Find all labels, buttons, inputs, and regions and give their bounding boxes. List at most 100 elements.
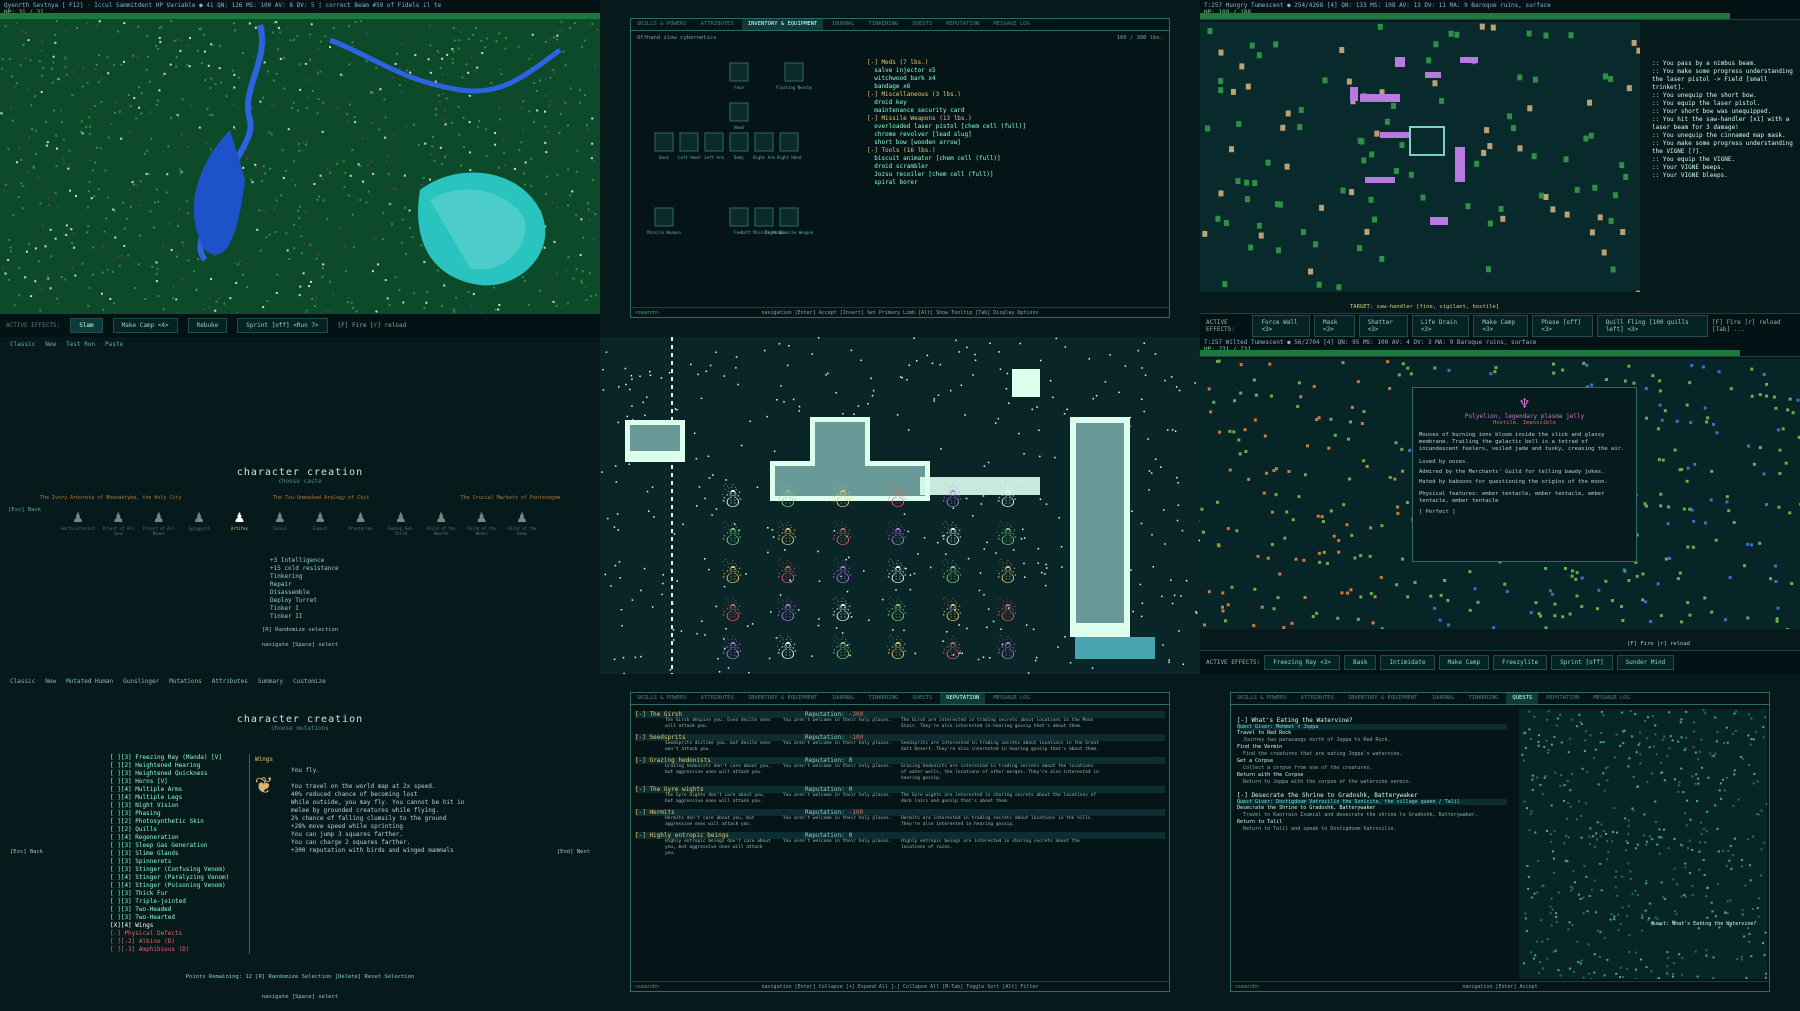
caste-option[interactable]: ♟ Eunuch: [302, 507, 338, 536]
creature-figure[interactable]: ☃: [885, 482, 908, 514]
creature-figure[interactable]: ☃: [830, 482, 853, 514]
toolbar-item[interactable]: Mutations: [169, 678, 202, 685]
ability-button[interactable]: Quill Fling [100 quills left] <3>: [1596, 314, 1708, 337]
creature-figure[interactable]: ☃: [720, 558, 743, 590]
tab[interactable]: QUESTS: [906, 693, 938, 704]
tab[interactable]: REPUTATION: [1540, 693, 1585, 704]
tab[interactable]: QUESTS: [1506, 693, 1539, 704]
ability-button[interactable]: Phase [off] <3>: [1532, 314, 1593, 337]
creature-figure[interactable]: ☃: [940, 596, 963, 628]
mutation-option[interactable]: [ ][2] Photosynthetic Skin: [110, 818, 249, 826]
toolbar-item[interactable]: Mutated Human: [66, 678, 113, 685]
creature-figure[interactable]: ☃: [830, 558, 853, 590]
tab[interactable]: ATTRIBUTES: [695, 693, 740, 704]
ability-button[interactable]: Shatter <3>: [1358, 314, 1408, 337]
equipment-slot[interactable]: Floating Nearby: [776, 62, 813, 90]
next-button[interactable]: [End] Next: [557, 849, 590, 855]
quest-title[interactable]: [-] Desecrate the Shrine to Gradoshk, Ba…: [1237, 792, 1507, 799]
equipment-slot[interactable]: Body: [729, 132, 749, 160]
tab-message-log[interactable]: MESSAGE LOG: [987, 19, 1035, 30]
creature-figure[interactable]: ☃: [775, 634, 798, 666]
creature-figure[interactable]: ☃: [885, 558, 908, 590]
ability-button[interactable]: Sunder Mind: [1616, 655, 1675, 670]
caste-option[interactable]: ♟ Praetorian: [343, 507, 379, 536]
creature-figure[interactable]: ☃: [940, 558, 963, 590]
ability-make-camp[interactable]: Make Camp <4>: [112, 318, 178, 333]
creature-figure[interactable]: ☃: [995, 634, 1018, 666]
tab[interactable]: INVENTORY & EQUIPMENT: [742, 693, 824, 704]
inventory-row[interactable]: [-] Tools (16 lbs.): [867, 147, 1162, 155]
equipment-slot[interactable]: Right Hand: [777, 132, 802, 160]
ability-button[interactable]: Freezing Ray <3>: [1264, 655, 1340, 670]
equipment-slot[interactable]: Back: [654, 132, 674, 160]
tab[interactable]: SKILLS & POWERS: [1231, 693, 1293, 704]
toolbar-new[interactable]: New: [45, 341, 56, 348]
tab-inventory[interactable]: INVENTORY & EQUIPMENT: [741, 19, 824, 30]
creature-figure[interactable]: ☃: [885, 520, 908, 552]
inventory-row[interactable]: overloaded laser pistol [chem cell (full…: [867, 123, 1162, 131]
caste-option[interactable]: ♟ Child of the Wheel: [464, 507, 500, 536]
creature-figure[interactable]: ☃: [830, 596, 853, 628]
tab[interactable]: JOURNAL: [825, 693, 860, 704]
inventory-row[interactable]: salve injector x5: [867, 67, 1162, 75]
mutation-option[interactable]: [ ][2] Quills: [110, 826, 249, 834]
equipment-slot[interactable]: Head: [729, 102, 749, 130]
mutation-option[interactable]: [ ][3] Spinnerets: [110, 858, 249, 866]
mutation-option[interactable]: [ ][3] Horns [V]: [110, 778, 249, 786]
mutation-option[interactable]: [ ][3] Sleep Gas Generation: [110, 842, 249, 850]
ruins-map[interactable]: [1200, 22, 1640, 292]
inventory-row[interactable]: biscuit animator [chem cell (full)]: [867, 155, 1162, 163]
quest-list[interactable]: [-] What's Eating the Watervine? Quest Gi…: [1237, 711, 1507, 833]
toolbar-item[interactable]: New: [45, 678, 56, 685]
ability-button[interactable]: Intimidate: [1380, 655, 1435, 670]
equipment-slot[interactable]: Right Arm: [753, 132, 775, 160]
world-map[interactable]: [0, 20, 600, 313]
ability-button[interactable]: Bask: [1343, 655, 1377, 670]
back-button[interactable]: [Esc] Back: [10, 849, 43, 855]
faction-row[interactable]: [-] Seedsprits Reputation: -100 Seedsprits …: [635, 734, 1165, 753]
inventory-row[interactable]: droid key: [867, 99, 1162, 107]
creature-figure[interactable]: ☃: [885, 634, 908, 666]
equipment-slot[interactable]: Left Hand: [678, 132, 700, 160]
tab-tinkering[interactable]: TINKERING: [863, 19, 905, 30]
tab[interactable]: MESSAGE LOG: [1587, 693, 1635, 704]
mutation-option[interactable]: [ ][4] Stinger (Poisoning Venom): [110, 882, 249, 890]
creature-figure[interactable]: ☃: [885, 596, 908, 628]
toolbar-item[interactable]: Gunslinger: [123, 678, 159, 685]
creature-figure[interactable]: ☃: [830, 520, 853, 552]
inventory-row[interactable]: bandage x6: [867, 83, 1162, 91]
creature-figure[interactable]: ☃: [995, 596, 1018, 628]
randomize-button[interactable]: [R] Randomize selection: [0, 627, 600, 633]
mutation-option[interactable]: [ ][4] Multiple Legs: [110, 794, 249, 802]
inventory-row[interactable]: spiral borer: [867, 179, 1162, 187]
inventory-list[interactable]: [-] Meds (7 lbs.) salve injector x5 witc…: [867, 59, 1162, 187]
equipment-paperdoll[interactable]: Face Floating Nearby Head Back Left Hand Left…: [635, 43, 855, 293]
caste-option[interactable]: ♟ Artifex: [221, 507, 257, 536]
caste-option[interactable]: ♟ Priest of All Moons: [141, 507, 177, 536]
tab[interactable]: MESSAGE LOG: [987, 693, 1035, 704]
defect-option[interactable]: [ ][-3] Amphibious (D): [110, 946, 249, 954]
caste-option[interactable]: ♟ Priest of All Suns: [100, 507, 136, 536]
faction-row[interactable]: [-] Highly entropic beings Reputation: 0 Hi…: [635, 832, 1165, 857]
creature-figure[interactable]: ☃: [720, 596, 743, 628]
caste-option[interactable]: ♟ Child of the Deep: [504, 507, 540, 536]
tab-journal[interactable]: JOURNAL: [825, 19, 860, 30]
tab[interactable]: INVENTORY & EQUIPMENT: [1342, 693, 1424, 704]
mutation-option[interactable]: [ ][3] Slime Glands: [110, 850, 249, 858]
ability-button[interactable]: Freezylite: [1493, 655, 1548, 670]
tab[interactable]: TINKERING: [863, 693, 905, 704]
caste-option[interactable]: ♟ Fuming God-Child: [383, 507, 419, 536]
faction-row[interactable]: [-] The Gyre wights Reputation: 0 The Gyre …: [635, 786, 1165, 805]
mutation-option[interactable]: [ ][3] Stinger (Confusing Venom): [110, 866, 249, 874]
mutation-option[interactable]: [ ][4] Stinger (Paralyzing Venom): [110, 874, 249, 882]
caste-option[interactable]: ♟ Child of the Hearth: [423, 507, 459, 536]
mutation-option[interactable]: [ ][3] Phasing: [110, 810, 249, 818]
caste-option[interactable]: ♟ Consul: [262, 507, 298, 536]
creature-figure[interactable]: ☃: [830, 634, 853, 666]
inventory-row[interactable]: [-] Meds (7 lbs.): [867, 59, 1162, 67]
toolbar-item[interactable]: Customize: [293, 678, 326, 685]
mutation-option[interactable]: [ ][3] Night Vision: [110, 802, 249, 810]
creature-figure[interactable]: ☃: [775, 596, 798, 628]
equipment-slot[interactable]: Face: [729, 62, 749, 90]
equipment-slot[interactable]: Missile Weapon: [647, 207, 681, 235]
